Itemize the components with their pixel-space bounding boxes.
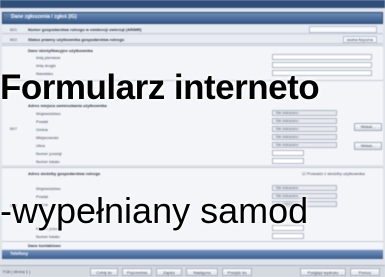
address-locality-label: Miejscowość <box>36 135 59 140</box>
address-section-code: B07 <box>10 126 18 131</box>
farm-apartment-number-input[interactable] <box>272 233 304 239</box>
screenshot-stage: Dane zgłoszenia / zgłoś (IG) B01 Numer g… <box>0 0 385 277</box>
form-row-b02: B02 Status prawny użytkownika gospodarst… <box>2 35 383 44</box>
select-street-button[interactable]: Wskaż... <box>354 142 382 150</box>
address-county-label: Powiat <box>36 119 49 124</box>
help-button[interactable]: Pomoc <box>350 268 380 276</box>
first-name-label: Imię pierwsze <box>36 55 61 60</box>
address-commune-field: Nie wskazano <box>272 126 337 132</box>
overlay-title-line-1: Formularz interneto <box>0 68 320 107</box>
back-to-button[interactable]: Cofnij do <box>90 268 118 276</box>
phones-subsection-label: Telefony <box>10 251 29 256</box>
print-preview-button[interactable]: Podgląd wydruku <box>300 268 346 276</box>
overlay-title-line-2: -wypełniany samod <box>0 190 309 231</box>
address-apartment-number-label: Numer lokalu <box>36 159 60 164</box>
first-name-input[interactable] <box>272 54 372 60</box>
address-county-field: Nie wskazano <box>272 118 337 124</box>
address-locality-field: Nie wskazano <box>272 134 337 140</box>
farm-number-input[interactable] <box>309 26 377 33</box>
address-street-field: Nie wskazano <box>272 142 337 148</box>
farm-apartment-number-label: Numer lokalu <box>36 234 60 239</box>
owner-section-title: Dane identyfikacyjne użytkownika <box>28 48 93 53</box>
application-window: Dane zgłoszenia / zgłoś (IG) B01 Numer g… <box>0 0 385 277</box>
farm-section-title: Adres siedziby gospodarstwa rolnego <box>28 171 101 176</box>
address-house-number-input[interactable] <box>272 150 304 156</box>
legal-status-select[interactable]: osoba fizyczna <box>342 36 377 43</box>
select-address-button[interactable]: Wskaż... <box>354 123 382 131</box>
go-to-button[interactable]: Przejdź do <box>222 268 252 276</box>
farm-same-address-checkbox[interactable]: ☑ Prowadzi z siedziby użytkownika <box>302 171 365 176</box>
previous-button[interactable]: Poprzednia <box>122 268 152 276</box>
row-code: B01 <box>10 27 18 32</box>
page-indicator: F18 ( strona 1 ) <box>3 269 31 274</box>
address-voivodeship-field: Nie wskazano <box>272 110 337 116</box>
form-header: Dane zgłoszenia / zgłoś (IG) <box>2 12 383 24</box>
form-row-b01: B01 Numer gospodarstwa rolnego w ewidenc… <box>2 25 383 34</box>
contact-panel: Dane kontaktowe <box>2 241 383 249</box>
address-apartment-number-input[interactable] <box>272 158 304 164</box>
row-label: Numer gospodarstwa rolnego w ewidencji z… <box>28 27 142 32</box>
window-titlebar <box>0 0 385 8</box>
row-code: B02 <box>10 37 18 42</box>
next-button[interactable]: Następna <box>186 268 218 276</box>
address-commune-label: Gmina <box>36 127 48 132</box>
address-street-label: Ulica <box>36 143 45 148</box>
save-button[interactable]: Zapisz <box>156 268 182 276</box>
address-house-number-label: Numer posesji <box>36 151 62 156</box>
address-voivodeship-label: Województwo <box>36 111 61 116</box>
phones-subsection-bar[interactable]: Telefony <box>2 250 383 259</box>
contact-section-title: Dane kontaktowe <box>28 243 61 248</box>
bottom-toolbar: F18 ( strona 1 ) Cofnij do Poprzednia Za… <box>0 265 385 277</box>
row-label: Status prawny użytkownika gospodarstwa r… <box>28 37 125 42</box>
form-header-title: Dane zgłoszenia / zgłoś (IG) <box>11 14 77 20</box>
